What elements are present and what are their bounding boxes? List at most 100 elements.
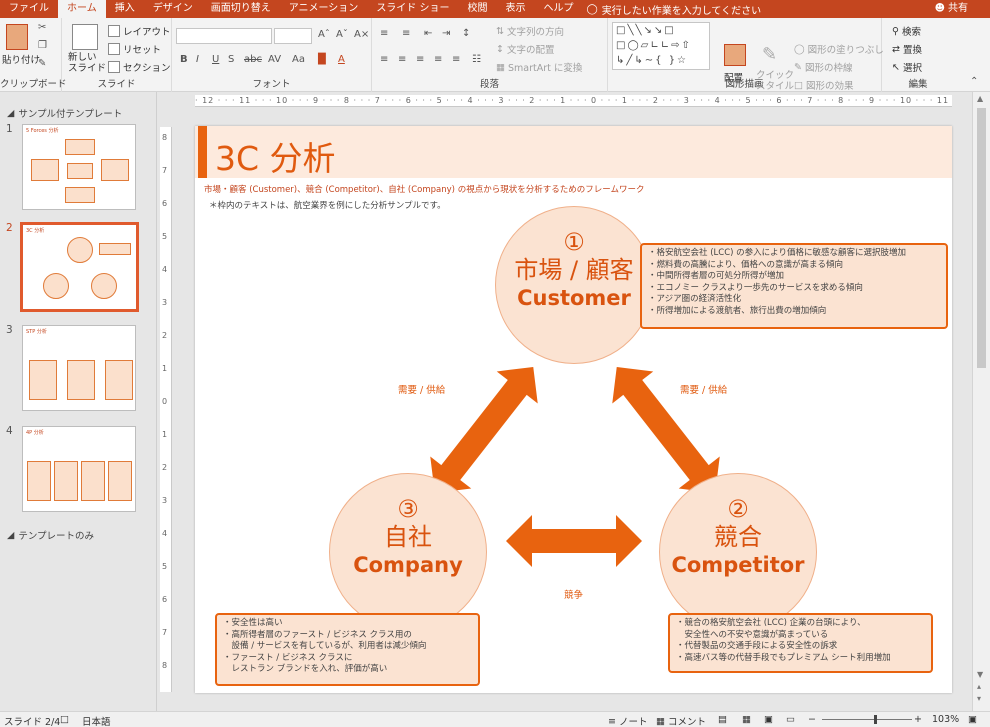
- slide-thumbnail-4[interactable]: 4P 分析: [22, 426, 136, 512]
- scroll-down-icon[interactable]: ▼: [977, 670, 983, 679]
- italic-icon[interactable]: I: [196, 54, 199, 65]
- smartart-button[interactable]: ▦ SmartArt に変換: [496, 60, 582, 75]
- customer-circle[interactable]: ① 市場 / 顧客 Customer: [495, 206, 653, 364]
- tab-help[interactable]: ヘルプ: [535, 0, 583, 18]
- quick-styles-button[interactable]: クイック スタイル: [756, 70, 794, 92]
- zoom-slider[interactable]: [822, 719, 912, 720]
- shape-outline-button[interactable]: ✎ 図形の枠線: [794, 60, 852, 75]
- next-slide-icon[interactable]: ▾: [977, 694, 981, 703]
- company-info-box[interactable]: ・安全性は高い ・高所得者層のファースト / ビジネス クラス用の 設備 / サ…: [215, 613, 480, 686]
- demand-supply-left-label[interactable]: 需要 / 供給: [398, 382, 445, 396]
- format-painter-icon[interactable]: ✎: [38, 58, 46, 69]
- select-button[interactable]: ↖ 選択: [892, 60, 922, 75]
- highlight-icon[interactable]: █: [318, 54, 326, 65]
- tab-insert[interactable]: 挿入: [106, 0, 144, 18]
- arrange-button[interactable]: 配置: [724, 70, 743, 84]
- company-circle[interactable]: ③ 自社 Company: [329, 473, 487, 631]
- clear-format-icon[interactable]: A×: [354, 29, 369, 40]
- slide-canvas[interactable]: 3C 分析 市場・顧客 (Customer)、競合 (Competitor)、自…: [195, 126, 952, 693]
- accessibility-icon[interactable]: □: [60, 714, 69, 725]
- zoom-out-icon[interactable]: −: [808, 714, 816, 725]
- paste-button[interactable]: 貼り付け: [2, 52, 40, 66]
- double-arrow-bottom[interactable]: [506, 515, 642, 567]
- align-left-icon[interactable]: ≡: [380, 54, 388, 65]
- competition-label[interactable]: 競争: [564, 587, 583, 601]
- demand-supply-right-label[interactable]: 需要 / 供給: [680, 382, 727, 396]
- fit-to-window-icon[interactable]: ▣: [968, 714, 977, 725]
- tab-home[interactable]: ホーム: [58, 0, 106, 18]
- text-direction-button[interactable]: ⇅ 文字列の方向: [496, 24, 564, 39]
- slide-thumbnail-1[interactable]: 5 Forces 分析: [22, 124, 136, 210]
- normal-view-icon[interactable]: ▤: [718, 714, 727, 725]
- section-header-template[interactable]: ◢ テンプレートのみ: [7, 528, 94, 543]
- competitor-info-box[interactable]: ・競合の格安航空会社 (LCC) 企業の台頭により、 安全性への不安や意識が高ま…: [668, 613, 933, 673]
- shadow-icon[interactable]: S: [228, 54, 234, 65]
- reset-icon: [108, 43, 120, 55]
- slideshow-icon[interactable]: ▭: [786, 714, 795, 725]
- zoom-level[interactable]: 103%: [932, 714, 959, 725]
- language-indicator[interactable]: 日本語: [82, 714, 111, 727]
- tab-file[interactable]: ファイル: [0, 0, 58, 18]
- text-direction-icon: ⇅: [496, 25, 504, 37]
- distribute-icon[interactable]: ≡: [452, 54, 460, 65]
- scroll-thumb[interactable]: [977, 108, 986, 368]
- shrink-font-icon[interactable]: Aˇ: [336, 29, 348, 40]
- line-spacing-icon[interactable]: ↕: [462, 28, 470, 39]
- align-center-icon[interactable]: ≡: [398, 54, 406, 65]
- slide-thumbnail-3[interactable]: STP 分析: [22, 325, 136, 411]
- slide-sorter-icon[interactable]: ▦: [742, 714, 751, 725]
- shape-effects-label: 図形の効果: [805, 81, 854, 92]
- copy-icon[interactable]: ❐: [38, 40, 47, 51]
- bold-icon[interactable]: B: [180, 54, 188, 65]
- customer-info-box[interactable]: ・格安航空会社 (LCC) の参入により価格に敏感な顧客に選択肢増加 ・燃料費の…: [640, 243, 948, 329]
- ruler-mark: 7: [162, 166, 168, 175]
- tab-view[interactable]: 表示: [497, 0, 535, 18]
- zoom-slider-thumb[interactable]: [874, 715, 877, 724]
- tab-slideshow[interactable]: スライド ショー: [367, 0, 458, 18]
- align-right-icon[interactable]: ≡: [416, 54, 424, 65]
- share-button[interactable]: ☻ 共有: [935, 0, 968, 18]
- collapse-ribbon-icon[interactable]: ⌃: [970, 76, 978, 87]
- reading-view-icon[interactable]: ▣: [764, 714, 773, 725]
- zoom-in-icon[interactable]: +: [914, 714, 922, 725]
- font-color-icon[interactable]: A: [338, 54, 345, 65]
- numbering-icon[interactable]: ≡: [402, 28, 410, 39]
- ribbon-tab-bar: ファイル ホーム 挿入 デザイン 画面切り替え アニメーション スライド ショー…: [0, 0, 990, 18]
- strikethrough-icon[interactable]: abc: [244, 54, 262, 65]
- notes-button[interactable]: ≡ ノート: [608, 714, 647, 727]
- indent-decrease-icon[interactable]: ⇤: [424, 28, 432, 39]
- previous-slide-icon[interactable]: ▴: [977, 682, 981, 691]
- new-slide-button[interactable]: 新しい スライド: [68, 52, 106, 74]
- columns-icon[interactable]: ☷: [472, 54, 481, 65]
- spacing-icon[interactable]: AV: [268, 54, 281, 65]
- font-name-combo[interactable]: [176, 28, 272, 44]
- layout-button[interactable]: レイアウト: [108, 24, 171, 38]
- vertical-scrollbar[interactable]: ▲ ▼ ▴ ▾: [972, 92, 990, 711]
- tab-review[interactable]: 校閲: [459, 0, 497, 18]
- bullets-icon[interactable]: ≡: [380, 28, 388, 39]
- competitor-circle[interactable]: ② 競合 Competitor: [659, 473, 817, 631]
- indent-increase-icon[interactable]: ⇥: [442, 28, 450, 39]
- font-size-combo[interactable]: [274, 28, 312, 44]
- tab-animations[interactable]: アニメーション: [280, 0, 368, 18]
- comments-button[interactable]: ▦ コメント: [656, 714, 706, 727]
- scissors-icon[interactable]: ✂: [38, 22, 46, 33]
- replace-button[interactable]: ⇄ 置換: [892, 42, 922, 57]
- shape-effects-button[interactable]: □ 図形の効果: [794, 78, 854, 93]
- tell-me-search[interactable]: ◯ 実行したい作業を入力してください: [587, 2, 762, 17]
- section-header-sample[interactable]: ◢ サンプル付テンプレート: [7, 106, 122, 121]
- justify-icon[interactable]: ≡: [434, 54, 442, 65]
- underline-icon[interactable]: U: [212, 54, 219, 65]
- find-button[interactable]: ⚲ 検索: [892, 24, 921, 39]
- align-text-button[interactable]: ↕ 文字の配置: [496, 42, 554, 57]
- reset-button[interactable]: リセット: [108, 42, 161, 56]
- shapes-gallery[interactable]: □╲╲↘↘□ □◯▱∟∟⇨⇧ ↳╱↳∼{ }☆: [612, 22, 710, 70]
- grow-font-icon[interactable]: Aˆ: [318, 29, 330, 40]
- tab-design[interactable]: デザイン: [144, 0, 202, 18]
- slide-thumbnail-2[interactable]: 3C 分析: [20, 222, 139, 312]
- case-icon[interactable]: Aa: [292, 54, 305, 65]
- scroll-up-icon[interactable]: ▲: [977, 94, 983, 103]
- tab-transitions[interactable]: 画面切り替え: [202, 0, 280, 18]
- shape-fill-button[interactable]: ◯ 図形の塗りつぶし: [794, 42, 884, 57]
- section-button[interactable]: セクション: [108, 60, 171, 74]
